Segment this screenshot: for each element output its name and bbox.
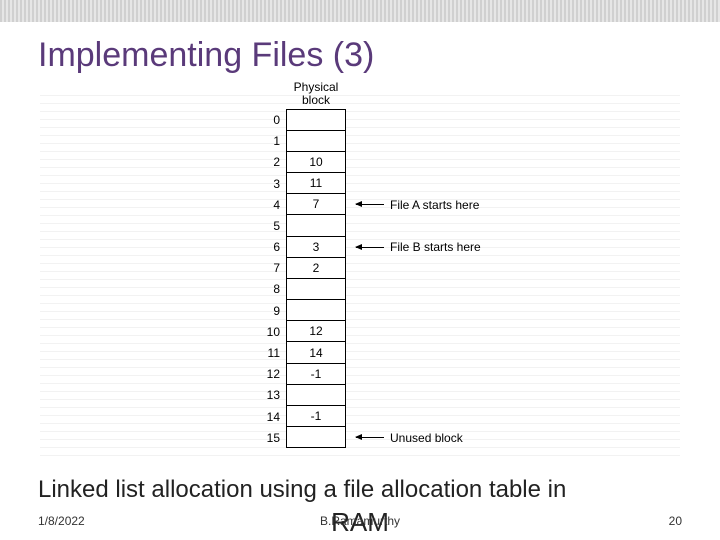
row-index: 4 <box>260 198 280 212</box>
row-index: 9 <box>260 304 280 318</box>
table-row: 3 11 <box>140 173 580 194</box>
row-index: 13 <box>260 388 280 402</box>
footer-author: B.Ramamurthy <box>320 514 400 528</box>
table-row: 47 File A starts here <box>140 194 580 215</box>
column-header: Physical block <box>286 81 346 107</box>
row-index: 14 <box>260 410 280 424</box>
table-row: 72 <box>140 258 580 279</box>
fat-cell <box>286 427 346 448</box>
row-index: 11 <box>260 346 280 360</box>
table-row: 1 <box>140 131 580 152</box>
fat-cell <box>286 300 346 321</box>
arrow-left-icon <box>356 247 384 248</box>
fat-cell: -1 <box>286 406 346 427</box>
table-row: 12 -1 <box>140 364 580 385</box>
footer-date: 1/8/2022 <box>38 514 85 528</box>
annotation: File B starts here <box>356 240 481 254</box>
annotation-label: File B starts here <box>390 240 481 254</box>
table-row: 10 12 <box>140 321 580 342</box>
arrow-left-icon <box>356 204 384 205</box>
fat-cell: 10 <box>286 152 346 173</box>
table-row: 2 10 <box>140 152 580 173</box>
caption: Linked list allocation using a file allo… <box>38 476 682 504</box>
decorative-topbar <box>0 0 720 22</box>
annotation-label: Unused block <box>390 431 463 445</box>
footer: 1/8/2022 B.Ramamurthy 20 <box>38 514 682 528</box>
row-index: 6 <box>260 240 280 254</box>
fat-cell: 14 <box>286 342 346 363</box>
fat-diagram: Physical block 0121031147File A starts h… <box>140 81 580 448</box>
table-row: 15 Unused block <box>140 427 580 448</box>
table-row: 13 <box>140 385 580 406</box>
fat-cell: 3 <box>286 237 346 258</box>
row-index: 0 <box>260 113 280 127</box>
row-index: 8 <box>260 282 280 296</box>
fat-cell <box>286 279 346 300</box>
arrow-left-icon <box>356 437 384 438</box>
footer-page: 20 <box>669 514 682 528</box>
slide: Implementing Files (3) Physical block 0 1… <box>0 0 720 540</box>
slide-title: Implementing Files (3) <box>38 36 682 75</box>
fat-cell <box>286 385 346 406</box>
annotation-label: File A starts here <box>390 198 479 212</box>
row-index: 7 <box>260 261 280 275</box>
table-row: 5 <box>140 215 580 236</box>
row-index: 1 <box>260 134 280 148</box>
row-index: 3 <box>260 177 280 191</box>
table-row: 9 <box>140 300 580 321</box>
table-row: 8 <box>140 279 580 300</box>
fat-cell <box>286 109 346 130</box>
fat-cell <box>286 131 346 152</box>
row-index: 2 <box>260 155 280 169</box>
fat-cell: 7 <box>286 194 346 215</box>
table-row: 0 <box>140 109 580 130</box>
fat-cell: -1 <box>286 364 346 385</box>
fat-cell: 11 <box>286 173 346 194</box>
row-index: 15 <box>260 431 280 445</box>
table-row: 63 File B starts here <box>140 237 580 258</box>
row-index: 5 <box>260 219 280 233</box>
row-index: 10 <box>260 325 280 339</box>
fat-cell: 12 <box>286 321 346 342</box>
table-row: 14 -1 <box>140 406 580 427</box>
fat-cell: 2 <box>286 258 346 279</box>
annotation: File A starts here <box>356 198 479 212</box>
fat-cell <box>286 215 346 236</box>
annotation: Unused block <box>356 431 463 445</box>
row-index: 12 <box>260 367 280 381</box>
table-row: 11 14 <box>140 342 580 363</box>
